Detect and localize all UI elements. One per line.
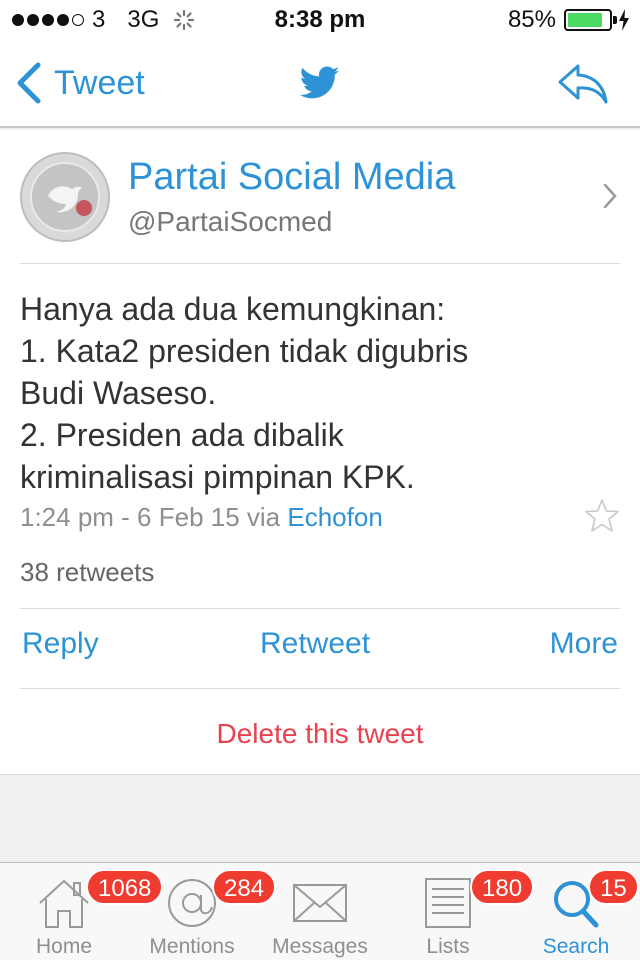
- tab-label: Search: [542, 935, 610, 958]
- chevron-right-icon: [603, 183, 617, 209]
- reply-arrow-icon[interactable]: [556, 62, 610, 106]
- tweet-text-line: Hanya ada dua kemungkinan:: [20, 291, 446, 327]
- tweet-detail-card: Partai Social Media @PartaiSocmed Hanya …: [0, 130, 640, 775]
- battery-icon: [564, 9, 617, 31]
- navigation-bar: Tweet: [0, 40, 640, 128]
- tweet-text: Hanya ada dua kemungkinan: 1. Kata2 pres…: [20, 288, 620, 498]
- tab-label: Home: [35, 935, 93, 958]
- home-icon: [39, 879, 89, 928]
- delete-tweet-button[interactable]: Delete this tweet: [0, 718, 640, 750]
- reply-button[interactable]: Reply: [22, 627, 99, 661]
- tweet-text-line: kriminalisasi pimpinan KPK.: [20, 459, 415, 495]
- back-button-label: Tweet: [54, 63, 145, 102]
- tab-home[interactable]: Home 1068: [0, 863, 164, 960]
- status-right: 85%: [508, 6, 630, 34]
- tab-messages[interactable]: Messages: [256, 863, 384, 960]
- tweet-timestamp: 1:24 pm - 6 Feb 15 via: [20, 502, 281, 532]
- chevron-left-icon: [17, 62, 41, 104]
- user-handle: @PartaiSocmed: [128, 206, 333, 237]
- back-button[interactable]: Tweet: [14, 62, 145, 104]
- tweet-metadata: 1:24 pm - 6 Feb 15 via Echofon: [20, 502, 383, 533]
- tweet-actions: Reply Retweet More: [20, 609, 620, 689]
- notification-badge: 15: [588, 869, 639, 905]
- tab-label: Messages: [272, 935, 368, 958]
- favorite-star-icon[interactable]: [584, 498, 620, 534]
- divider: [20, 688, 620, 689]
- envelope-icon: [293, 884, 347, 922]
- tab-bar: Home 1068 Mentions 284 Messages Lists 18…: [0, 862, 640, 960]
- tweet-source-link[interactable]: Echofon: [287, 502, 382, 532]
- tab-label: Lists: [426, 935, 470, 958]
- status-bar: 3 3G 8:38 pm 85%: [0, 0, 640, 40]
- retweet-button[interactable]: Retweet: [260, 627, 370, 661]
- profile-row[interactable]: Partai Social Media @PartaiSocmed: [20, 130, 620, 264]
- tab-label: Mentions: [149, 935, 235, 958]
- tab-mentions[interactable]: Mentions 284: [128, 863, 277, 960]
- tab-lists[interactable]: Lists 180: [384, 863, 535, 960]
- tweet-text-line: 1. Kata2 presiden tidak digubris: [20, 333, 469, 369]
- list-icon: [425, 878, 471, 928]
- display-name: Partai Social Media: [128, 156, 456, 198]
- battery-percent: 85%: [507, 6, 556, 33]
- avatar: [20, 152, 110, 242]
- more-button[interactable]: More: [550, 627, 618, 661]
- tweet-text-line: Budi Waseso.: [20, 375, 217, 411]
- retweet-count[interactable]: 38 retweets: [20, 557, 154, 588]
- tweet-text-line: 2. Presiden ada dibalik: [20, 417, 344, 453]
- battery-level: [568, 13, 602, 27]
- charging-bolt-icon: [619, 9, 629, 31]
- twitter-bird-icon: [300, 66, 340, 99]
- tab-search[interactable]: Search 15: [512, 863, 640, 960]
